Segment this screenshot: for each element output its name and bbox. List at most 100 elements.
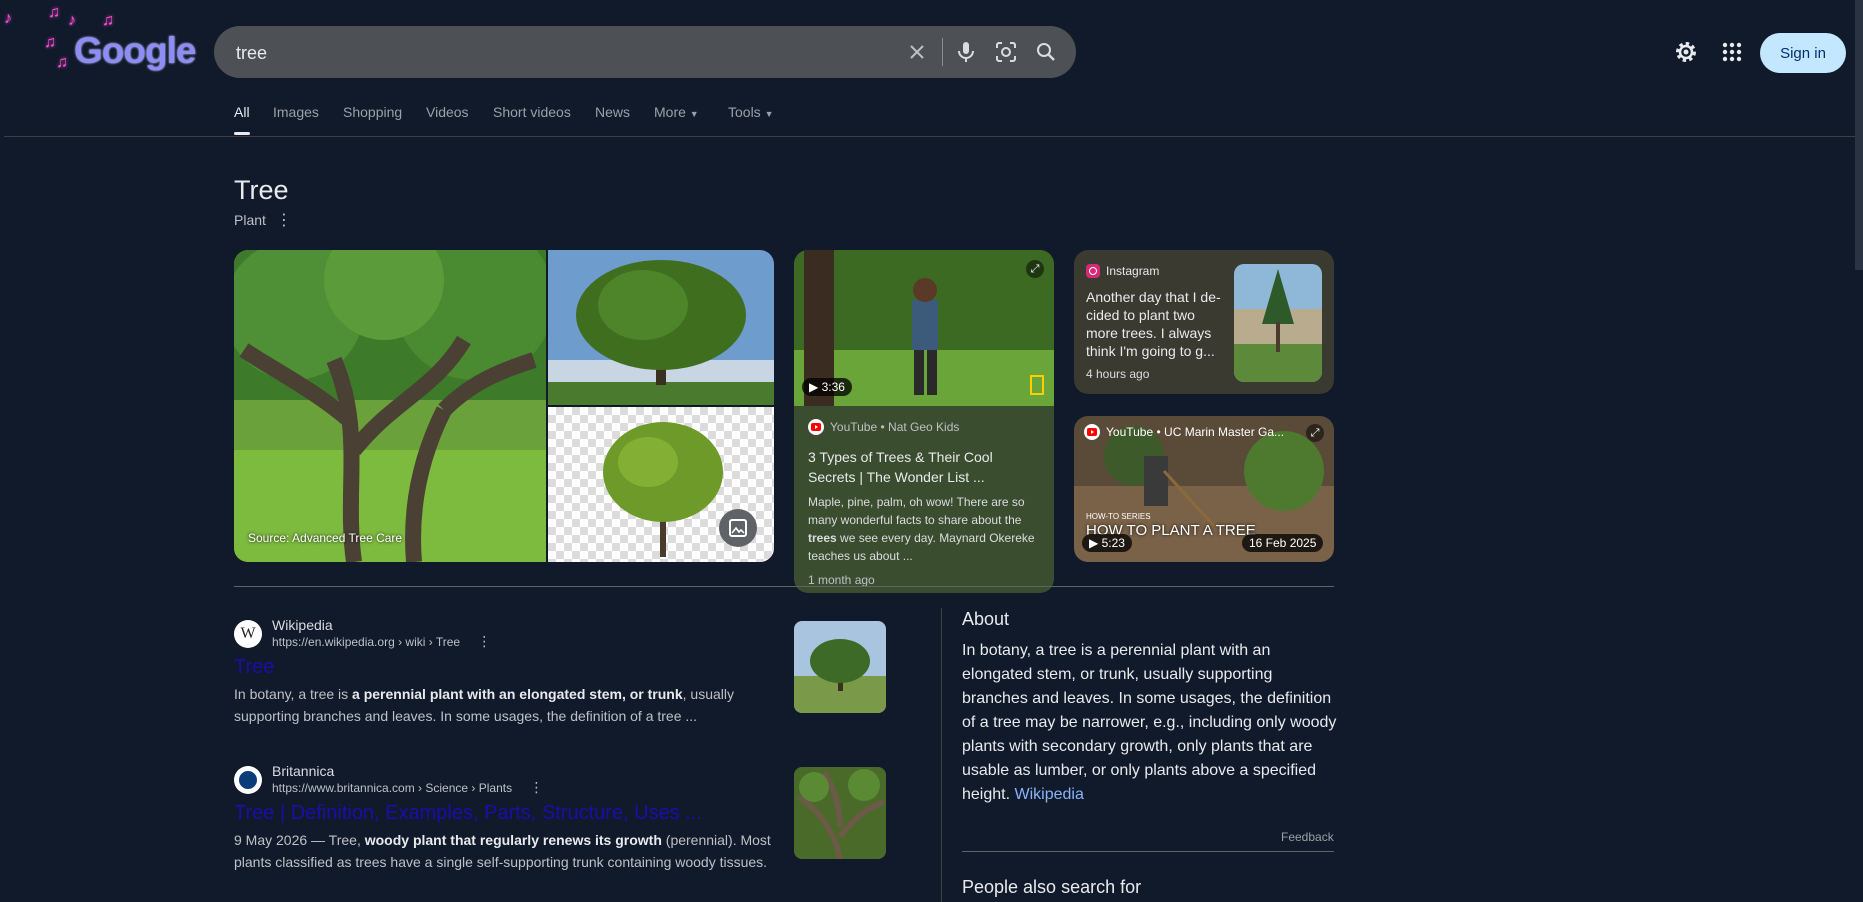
result-site-name: Wikipedia (272, 617, 333, 633)
more-options-icon[interactable]: ⋮ (276, 210, 292, 230)
video-snippet-pre: Maple, pine, palm, oh wow! There are so … (808, 495, 1025, 527)
result-title[interactable]: Tree (234, 656, 794, 679)
search-result[interactable]: W Wikipedia https://en.wikipedia.org › w… (234, 617, 794, 727)
search-result[interactable]: Britannica https://www.britannica.com › … (234, 763, 794, 873)
expand-icon[interactable]: ⤢ (1306, 424, 1324, 442)
tab-more[interactable]: More ▼ (654, 104, 699, 120)
entity-title: Tree (234, 175, 289, 205)
instagram-source-text: Instagram (1106, 264, 1160, 278)
more-options-icon[interactable]: ⋮ (529, 779, 543, 795)
music-note-icon: ♪ (68, 12, 76, 29)
panel-divider (941, 608, 942, 902)
about-text: In botany, a tree is a perennial plant w… (962, 642, 1337, 803)
caret-down-icon: ▼ (764, 109, 774, 119)
tab-news[interactable]: News (595, 104, 630, 120)
video-snippet-bold: trees (808, 531, 837, 545)
video-duration-text: 3:36 (821, 380, 845, 394)
image-gallery-icon[interactable] (719, 509, 757, 547)
clear-icon[interactable] (904, 39, 930, 65)
about-divider (962, 851, 1334, 852)
music-note-icon: ♫ (44, 34, 56, 51)
lens-icon[interactable] (993, 39, 1019, 65)
instagram-card[interactable]: Instagram Another day that I de-cided to… (1074, 250, 1334, 394)
tab-tools[interactable]: Tools ▼ (728, 104, 774, 120)
result-url-text: https://en.wikipedia.org › wiki › Tree (272, 635, 461, 649)
tab-short-videos[interactable]: Short videos (493, 104, 571, 120)
more-options-icon[interactable]: ⋮ (477, 633, 491, 649)
result-site-name: Britannica (272, 763, 335, 779)
instagram-text: Another day that I de-cided to plant two… (1086, 289, 1221, 359)
natgeo-logo-icon (1030, 375, 1044, 395)
instagram-thumbnail (1234, 264, 1322, 382)
expand-icon[interactable]: ⤢ (1026, 260, 1044, 278)
search-box[interactable] (214, 26, 1076, 80)
tab-all[interactable]: All (234, 104, 250, 120)
video-snippet: Maple, pine, palm, oh wow! There are so … (808, 493, 1044, 565)
header-divider (4, 136, 1863, 137)
about-description: In botany, a tree is a perennial plant w… (962, 639, 1338, 807)
video-title[interactable]: 3 Types of Trees & Their Cool Secrets | … (808, 447, 1044, 487)
instagram-age: 4 hours ago (1086, 367, 1150, 381)
result-snippet-pre: In botany, a tree is (234, 686, 349, 702)
result-thumbnail[interactable] (794, 621, 886, 713)
tree-image-main[interactable] (234, 250, 546, 562)
tab-videos[interactable]: Videos (426, 104, 469, 120)
music-note-icon: ♪ (4, 10, 12, 27)
britannica-favicon-icon (234, 765, 262, 794)
tab-more-label: More (654, 104, 686, 120)
tree-image-bottom-right[interactable] (548, 407, 774, 562)
feedback-link[interactable]: Feedback (1281, 830, 1334, 844)
scrollbar-thumb[interactable] (1855, 0, 1863, 270)
tab-tools-label: Tools (728, 104, 761, 120)
video-source-text: YouTube • Nat Geo Kids (830, 420, 960, 434)
search-input[interactable] (234, 26, 888, 80)
mic-icon[interactable] (953, 39, 979, 65)
result-url[interactable]: https://en.wikipedia.org › wiki › Tree ⋮ (272, 633, 491, 650)
video-date: 16 Feb 2025 (1242, 534, 1324, 552)
video-duration: ▶ 5:23 (1082, 534, 1132, 552)
result-snippet: In botany, a tree is a perennial plant w… (234, 683, 794, 727)
logo-text: Google (74, 30, 196, 71)
wikipedia-link[interactable]: Wikipedia (1015, 786, 1084, 803)
image-source-caption: Source: Advanced Tree Care (248, 531, 403, 545)
video-duration-text: 5:23 (1101, 536, 1125, 550)
result-snippet-bold: woody plant that regularly renews its gr… (364, 832, 662, 848)
people-also-search-heading: People also search for (962, 877, 1142, 897)
youtube-icon (1084, 424, 1100, 440)
result-title[interactable]: Tree | Definition, Examples, Parts, Stru… (234, 802, 794, 825)
tab-images[interactable]: Images (273, 104, 319, 120)
video-card-natgeo[interactable]: ⤢ ▶ 3:36 YouTube • Nat Geo Kids 3 Types … (794, 250, 1054, 593)
search-divider (942, 38, 943, 66)
search-icon[interactable] (1033, 39, 1059, 65)
caret-down-icon: ▼ (689, 109, 699, 119)
video-duration: ▶ 3:36 (802, 378, 852, 396)
entity-subtitle: Plant (234, 212, 266, 228)
result-url-text: https://www.britannica.com › Science › P… (272, 781, 513, 795)
youtube-card-plant-a-tree[interactable]: YouTube • UC Marin Master Ga... ⤢ HOW-TO… (1074, 416, 1334, 562)
yt-card-source-text: YouTube • UC Marin Master Ga... (1106, 425, 1285, 439)
instagram-icon (1086, 264, 1100, 278)
result-snippet: 9 May 2026 — Tree, woody plant that regu… (234, 829, 794, 873)
youtube-icon (808, 419, 824, 435)
music-note-icon: ♫ (48, 4, 60, 21)
result-url[interactable]: https://www.britannica.com › Science › P… (272, 779, 543, 796)
yt-card-source: YouTube • UC Marin Master Ga... (1084, 424, 1284, 440)
tab-shopping[interactable]: Shopping (343, 104, 402, 120)
video-source: YouTube • Nat Geo Kids (808, 419, 1044, 435)
music-note-icon: ♫ (102, 12, 114, 29)
result-snippet-pre: 9 May 2026 — Tree, (234, 832, 361, 848)
result-snippet-bold: a perennial plant with an elongated stem… (352, 686, 683, 702)
active-tab-indicator (234, 132, 250, 135)
result-thumbnail[interactable] (794, 767, 886, 859)
video-snippet-post: we see every day. Maynard Okereke teache… (808, 531, 1035, 563)
wikipedia-favicon-icon: W (234, 619, 262, 648)
about-heading: About (962, 609, 1010, 629)
settings-icon[interactable] (1673, 39, 1699, 65)
instagram-source: Instagram (1086, 264, 1159, 278)
tree-image-top-right[interactable] (548, 250, 774, 405)
yt-overlay-small: HOW-TO SERIES (1086, 512, 1151, 521)
music-note-icon: ♫ (56, 54, 68, 71)
apps-icon[interactable] (1719, 39, 1745, 65)
sign-in-button[interactable]: Sign in (1760, 33, 1846, 73)
google-doodle-logo[interactable]: ♪ ♫ ♪ ♫ ♫ ♫ Google (4, 4, 196, 78)
